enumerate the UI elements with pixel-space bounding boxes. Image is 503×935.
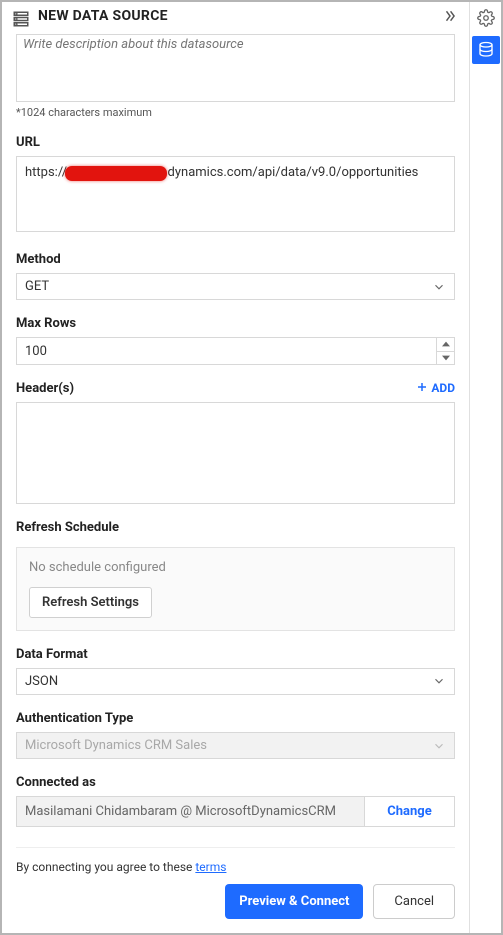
method-label: Method xyxy=(16,252,455,267)
main-panel: NEW DATA SOURCE *1024 characters maximum… xyxy=(2,2,469,933)
panel-title: NEW DATA SOURCE xyxy=(38,8,459,24)
preview-connect-button[interactable]: Preview & Connect xyxy=(225,884,363,919)
connected-row: Masilamani Chidambaram @ MicrosoftDynami… xyxy=(16,796,455,827)
method-value: GET xyxy=(25,279,49,294)
description-box xyxy=(16,34,455,102)
datasource-icon xyxy=(12,10,30,32)
maxrows-input[interactable] xyxy=(17,338,436,363)
headers-label: Header(s) xyxy=(16,381,74,396)
description-input[interactable] xyxy=(17,35,454,97)
change-connection-button[interactable]: Change xyxy=(364,797,454,826)
refresh-status: No schedule configured xyxy=(29,560,442,575)
refresh-label: Refresh Schedule xyxy=(16,520,455,535)
chevron-down-icon xyxy=(432,674,446,688)
stepper-up-button[interactable] xyxy=(437,338,454,351)
action-buttons: Preview & Connect Cancel xyxy=(16,884,455,923)
plus-icon xyxy=(416,381,428,396)
app-frame: NEW DATA SOURCE *1024 characters maximum… xyxy=(0,0,503,935)
collapse-panel-button[interactable] xyxy=(441,8,459,27)
cancel-button[interactable]: Cancel xyxy=(373,884,455,919)
headers-box[interactable] xyxy=(16,402,455,504)
refresh-settings-button[interactable]: Refresh Settings xyxy=(29,587,152,618)
authtype-label: Authentication Type xyxy=(16,711,455,726)
url-label: URL xyxy=(16,135,455,150)
terms-link[interactable]: terms xyxy=(195,860,226,874)
headers-row: Header(s) ADD xyxy=(16,381,455,396)
method-select[interactable]: GET xyxy=(16,273,455,300)
dataformat-select[interactable]: JSON xyxy=(16,668,455,695)
panel-header: NEW DATA SOURCE xyxy=(2,2,469,34)
maxrows-label: Max Rows xyxy=(16,316,455,331)
url-field-wrap: https://xxxxxxxxxxx.crm.dynamics.com/api… xyxy=(16,156,455,236)
connected-value: Masilamani Chidambaram @ MicrosoftDynami… xyxy=(17,797,364,826)
dataformat-value: JSON xyxy=(25,674,58,689)
dataformat-label: Data Format xyxy=(16,647,455,662)
terms-prefix: By connecting you agree to these xyxy=(16,860,195,874)
add-header-button[interactable]: ADD xyxy=(416,381,455,396)
side-rail xyxy=(469,2,501,933)
add-header-label: ADD xyxy=(431,381,455,395)
connected-label: Connected as xyxy=(16,775,455,790)
chevron-down-icon xyxy=(432,280,446,294)
char-limit-hint: *1024 characters maximum xyxy=(16,106,455,119)
maxrows-stepper xyxy=(16,337,455,364)
form-content: *1024 characters maximum URL https://xxx… xyxy=(2,34,469,933)
chevron-down-icon xyxy=(432,739,446,753)
authtype-value: Microsoft Dynamics CRM Sales xyxy=(25,738,207,753)
authtype-select: Microsoft Dynamics CRM Sales xyxy=(16,732,455,759)
data-tab[interactable] xyxy=(472,36,500,64)
terms-line: By connecting you agree to these terms xyxy=(16,847,455,874)
redacted-overlay xyxy=(65,166,167,181)
refresh-box: No schedule configured Refresh Settings xyxy=(16,547,455,631)
stepper-buttons xyxy=(436,338,454,363)
settings-tab[interactable] xyxy=(472,4,500,32)
stepper-down-button[interactable] xyxy=(437,352,454,364)
